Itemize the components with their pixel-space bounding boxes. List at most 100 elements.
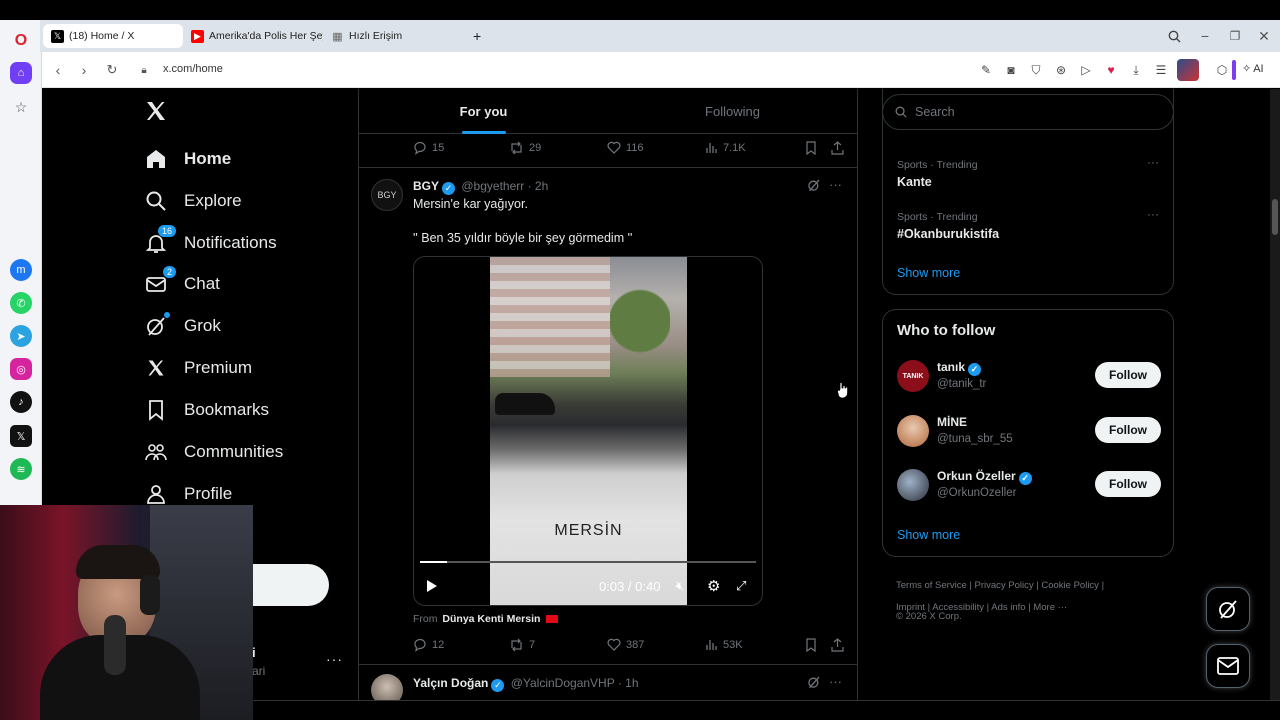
home-speeddial-icon[interactable]: ⌂	[10, 62, 32, 84]
trend-item[interactable]: Sports · Trending Kante ···	[897, 155, 1173, 189]
nav-grok-label: Grok	[184, 316, 221, 335]
nav-grok[interactable]: Grok	[144, 308, 221, 344]
trend-more-icon[interactable]: ···	[1147, 155, 1159, 169]
bgy-avatar[interactable]: BGY	[371, 179, 403, 211]
trend-item[interactable]: Sports · Trending #Okanburukistifa ···	[897, 207, 1173, 241]
follow-button[interactable]: Follow	[1095, 362, 1161, 388]
tab-search-icon[interactable]	[1164, 26, 1184, 46]
video-progress-track[interactable]	[420, 561, 756, 563]
nav-communities[interactable]: Communities	[144, 434, 283, 470]
messenger-icon[interactable]: m	[10, 259, 32, 281]
nav-home[interactable]: Home	[144, 141, 231, 177]
follow-suggestion[interactable]: TANIK tanık ✓ @tanik_tr Follow	[883, 358, 1173, 398]
repost-button[interactable]: 29	[509, 141, 541, 155]
post-more-icon[interactable]: ···	[829, 177, 842, 192]
settings-gear-icon[interactable]: ⚙	[707, 577, 720, 595]
post-author-handle[interactable]: @bgyetherr	[461, 179, 524, 193]
follow-suggestion[interactable]: MİNE @tuna_sbr_55 Follow	[883, 413, 1173, 453]
scrollbar-thumb[interactable]	[1272, 199, 1278, 235]
heart-icon[interactable]: ♥	[1102, 61, 1120, 79]
bookmark-post-icon[interactable]	[805, 141, 822, 155]
instagram-icon[interactable]: ◎	[10, 358, 32, 380]
video-play-icon[interactable]	[426, 579, 438, 598]
ai-button[interactable]: ✧ AI	[1242, 62, 1264, 76]
views-button[interactable]: 53K	[705, 638, 743, 651]
follow-button[interactable]: Follow	[1095, 471, 1161, 497]
next-post-handle[interactable]: @YalcinDoganVHP	[511, 676, 615, 690]
post-author-name[interactable]: BGY	[413, 179, 439, 193]
follow-button[interactable]: Follow	[1095, 417, 1161, 443]
bookmark-post-icon[interactable]	[805, 638, 822, 652]
privacy-link[interactable]: Privacy Policy	[975, 580, 1034, 591]
edit-icon[interactable]: ✎	[977, 61, 995, 79]
nav-premium[interactable]: Premium	[144, 350, 252, 386]
telegram-icon[interactable]: ➤	[10, 325, 32, 347]
tiktok-icon[interactable]: ♪	[10, 391, 32, 413]
cookie-link[interactable]: Cookie Policy	[1041, 580, 1099, 591]
url-field[interactable]: x.com/home	[163, 63, 223, 75]
box-icon[interactable]: ⬡	[1213, 61, 1231, 79]
reply-button[interactable]: 15	[413, 141, 444, 155]
tab-following[interactable]: Following	[608, 89, 857, 134]
nav-bookmarks[interactable]: Bookmarks	[144, 392, 269, 428]
post-time[interactable]: · 2h	[528, 179, 549, 193]
spotify-icon[interactable]: ≋	[10, 458, 32, 480]
back-icon[interactable]: ‹	[48, 60, 68, 80]
reply-button[interactable]: 12	[413, 638, 444, 652]
trend-more-icon[interactable]: ···	[1147, 207, 1159, 221]
follow-suggestion[interactable]: Orkun Özeller ✓ @OrkunOzeller Follow	[883, 467, 1173, 507]
trends-show-more[interactable]: Show more	[897, 266, 960, 280]
post-more-icon[interactable]: ···	[829, 674, 842, 689]
opera-logo-icon[interactable]: O	[10, 30, 32, 52]
minimize-icon[interactable]: −	[1195, 26, 1215, 46]
bookmark-star-icon[interactable]: ☆	[10, 96, 32, 118]
yalcin-avatar[interactable]	[371, 674, 403, 700]
fullscreen-icon[interactable]: ⤢	[736, 578, 746, 594]
search-box[interactable]: Search	[882, 94, 1174, 130]
tab-for-you[interactable]: For you	[359, 89, 608, 134]
views-button[interactable]: 7.1K	[705, 141, 746, 154]
download-icon[interactable]: ⤓	[1127, 61, 1145, 79]
whatsapp-icon[interactable]: ✆	[10, 292, 32, 314]
reply-count: 12	[432, 639, 445, 651]
x-app-icon[interactable]: 𝕏	[10, 425, 32, 447]
like-button[interactable]: 387	[607, 638, 644, 651]
forward-icon[interactable]: ›	[74, 60, 94, 80]
mute-icon[interactable]: 🔇︎	[676, 578, 684, 594]
reload-icon[interactable]: ↻	[102, 60, 122, 80]
repost-button[interactable]: 7	[509, 638, 535, 652]
tab-speed-dial[interactable]: ▦ Hızlı Erişim	[323, 24, 463, 48]
restore-icon[interactable]: ❐	[1225, 26, 1245, 46]
account-more-icon[interactable]: ···	[326, 651, 343, 667]
play-icon[interactable]: ▷	[1077, 61, 1095, 79]
follow-show-more[interactable]: Show more	[897, 528, 960, 542]
next-post-author[interactable]: Yalçın Doğan	[413, 676, 488, 690]
nav-notifications[interactable]: 16 Notifications	[144, 225, 277, 261]
from-source-link[interactable]: Dünya Kenti Mersin	[442, 613, 540, 625]
profile-avatar[interactable]	[1177, 59, 1199, 81]
grok-fab[interactable]	[1206, 587, 1250, 631]
more-link[interactable]: More ···	[1033, 602, 1067, 613]
share-icon[interactable]	[831, 638, 849, 652]
messages-fab[interactable]	[1206, 644, 1250, 688]
share-icon[interactable]	[831, 141, 849, 155]
tab-x-home[interactable]: 𝕏 (18) Home / X	[43, 24, 183, 48]
page-scrollbar[interactable]	[1270, 89, 1280, 700]
terms-link[interactable]: Terms of Service	[896, 580, 967, 591]
x-logo-icon[interactable]	[144, 99, 172, 127]
tab-youtube[interactable]: ▶ Amerika'da Polis Her Şeyi	[183, 24, 323, 48]
grok-explain-icon[interactable]	[807, 178, 821, 195]
nav-explore[interactable]: Explore	[144, 183, 242, 219]
new-tab-button[interactable]: +	[468, 24, 492, 48]
video-player[interactable]: MERSİN 0:03 / 0:40 🔇︎ ⚙ ⤢	[413, 256, 763, 606]
like-button[interactable]: 116	[607, 141, 644, 154]
nav-chat[interactable]: 2 Chat	[144, 266, 220, 302]
menu-icon[interactable]: ☰	[1152, 61, 1170, 79]
vpn-icon[interactable]: ⊛	[1052, 61, 1070, 79]
camera-icon[interactable]: ◙	[1002, 61, 1020, 79]
shield-icon[interactable]: ⛉	[1027, 61, 1045, 79]
next-post-time[interactable]: · 1h	[618, 676, 639, 690]
ads-info-link[interactable]: Ads info	[991, 602, 1025, 613]
grok-explain-icon[interactable]	[807, 675, 821, 694]
close-window-icon[interactable]: ✕	[1254, 26, 1274, 46]
